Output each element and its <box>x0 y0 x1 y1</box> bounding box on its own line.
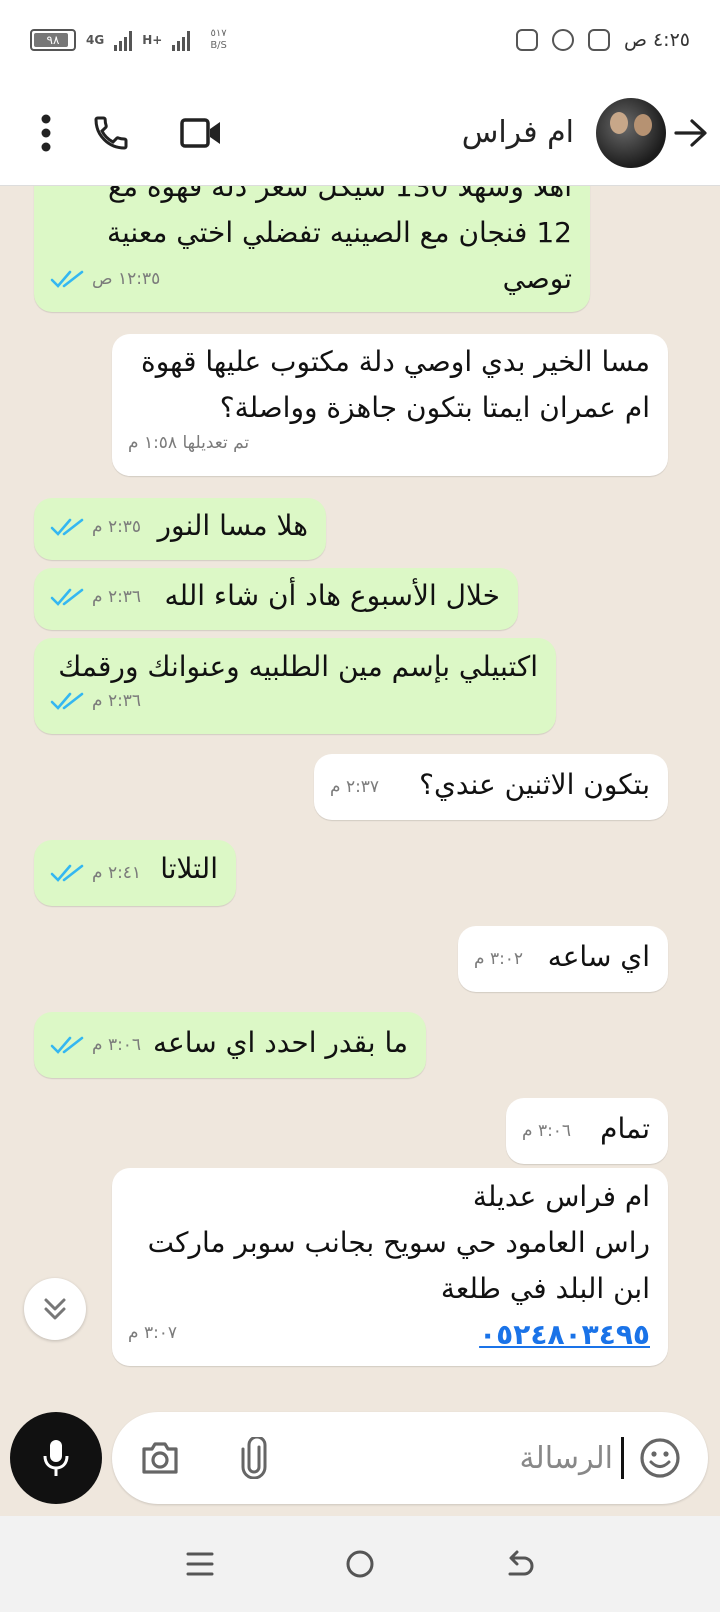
message-time: ٣:٠٦ م <box>92 1035 142 1055</box>
back-arrow-icon <box>508 1550 534 1576</box>
message-bubble[interactable]: ما بقدر احدد اي ساعه ٣:٠٦ م <box>34 1012 426 1078</box>
network-speed-value: ٥١٧ <box>210 28 227 39</box>
message-time: ٢:٣٦ م <box>92 587 142 607</box>
scroll-to-bottom-button[interactable] <box>24 1278 86 1340</box>
network-type-1: 4G <box>86 33 105 47</box>
battery-icon: ٩٨ <box>30 29 76 51</box>
home-circle-icon <box>346 1550 374 1578</box>
message-text: ام فراس عديلة راس العامود حي سويح بجانب … <box>147 1180 650 1305</box>
chat-messages[interactable]: اهلا وسهلا 130 شيكل سعر دله قهوة مع 12 ف… <box>0 186 720 1476</box>
message-meta: ٣:٠٧ م <box>128 1310 177 1356</box>
android-icon <box>551 29 574 51</box>
message-meta: ٣:٠٦ م <box>522 1108 571 1154</box>
camera-icon <box>142 1442 178 1474</box>
attach-button[interactable] <box>224 1428 284 1488</box>
back-nav-button[interactable] <box>490 1534 550 1594</box>
message-bubble[interactable]: ام فراس عديلة راس العامود حي سويح بجانب … <box>112 1168 668 1366</box>
menu-icon <box>186 1552 214 1576</box>
double-chevron-down-icon <box>44 1298 66 1320</box>
double-check-icon <box>50 270 84 288</box>
message-text: مسا الخير بدي اوصي دلة مكتوب عليها قهوة … <box>141 345 650 424</box>
double-check-icon <box>50 864 84 882</box>
video-call-button[interactable] <box>156 103 246 163</box>
message-time: ٣:٠٢ م <box>474 949 524 969</box>
recent-apps-button[interactable] <box>170 1534 230 1594</box>
mic-button[interactable] <box>10 1412 102 1504</box>
mic-icon <box>43 1440 69 1476</box>
message-meta: ٢:٣٥ م <box>50 504 141 550</box>
youtube-icon <box>515 29 538 51</box>
camera-button[interactable] <box>130 1428 190 1488</box>
message-bubble[interactable]: مسا الخير بدي اوصي دلة مكتوب عليها قهوة … <box>112 334 668 476</box>
message-text: بتكون الاثنين عندي؟ <box>419 768 650 801</box>
double-check-icon <box>50 692 84 710</box>
message-time: تم تعديلها ١:٥٨ م <box>128 433 250 453</box>
message-time: ٣:٠٦ م <box>522 1121 572 1141</box>
message-time: ٢:٣٦ م <box>92 691 142 711</box>
network-type-2: H+ <box>142 33 163 47</box>
status-time: ٤:٢٥ ص <box>623 29 690 51</box>
signal-icon-2 <box>172 29 191 51</box>
message-time: ١٢:٣٥ ص <box>92 269 161 289</box>
emoji-button[interactable] <box>630 1428 690 1488</box>
emoji-icon <box>640 1438 680 1478</box>
system-nav-bar <box>0 1516 720 1612</box>
home-button[interactable] <box>330 1534 390 1594</box>
message-meta: ٢:٣٦ م <box>50 678 141 724</box>
back-button[interactable] <box>666 103 716 163</box>
contact-avatar[interactable] <box>596 97 666 168</box>
phone-icon <box>94 116 128 150</box>
network-speed-unit: B/S <box>210 40 227 51</box>
message-meta: ٣:٠٦ م <box>50 1022 141 1068</box>
contact-name[interactable]: ام فراس <box>462 115 574 150</box>
double-check-icon <box>50 1036 84 1054</box>
message-input-placeholder: الرسالة <box>519 1440 613 1476</box>
message-bubble[interactable]: هلا مسا النور ٢:٣٥ م <box>34 498 326 560</box>
battery-level: ٩٨ <box>46 33 60 47</box>
network-speed: ٥١٧ B/S <box>210 28 227 52</box>
double-check-icon <box>50 518 84 536</box>
status-bar: ٩٨ 4G H+ ٥١٧ B/S ٤:٢٥ ص <box>0 0 720 80</box>
message-meta: ٢:٣٧ م <box>330 764 379 810</box>
message-bubble[interactable]: اكتبيلي بإسم مين الطلبيه وعنوانك ورقمك ٢… <box>34 638 556 734</box>
phone-number-link[interactable]: ٠٥٢٤٨٠٣٤٩٥ <box>130 1312 650 1358</box>
status-left: ٩٨ 4G H+ ٥١٧ B/S <box>30 28 227 52</box>
message-bubble[interactable]: خلال الأسبوع هاد أن شاء الله ٢:٣٦ م <box>34 568 518 630</box>
message-time: ٢:٣٧ م <box>330 777 380 797</box>
message-bubble[interactable]: اهلا وسهلا 130 شيكل سعر دله قهوة مع 12 ف… <box>34 186 590 312</box>
status-right: ٤:٢٥ ص <box>515 29 690 51</box>
header-actions <box>0 103 246 163</box>
voice-call-button[interactable] <box>66 103 156 163</box>
arrow-back-icon <box>674 118 707 147</box>
signal-icon <box>114 29 133 51</box>
video-call-icon <box>180 117 220 148</box>
message-bubble[interactable]: التلاتا ٢:٤١ م <box>34 840 236 906</box>
paperclip-icon <box>241 1437 267 1479</box>
message-bubble[interactable]: تمام ٣:٠٦ م <box>506 1098 668 1164</box>
message-meta: ٣:٠٢ م <box>474 936 523 982</box>
message-meta: ٢:٣٦ م <box>50 574 141 620</box>
message-meta: ١٢:٣٥ ص <box>50 256 160 302</box>
double-check-icon <box>50 588 84 606</box>
chat-header: ام فراس <box>0 80 720 186</box>
more-options-button[interactable] <box>26 103 66 163</box>
message-time: ٢:٣٥ م <box>92 517 142 537</box>
message-bubble[interactable]: بتكون الاثنين عندي؟ ٢:٣٧ م <box>314 754 668 820</box>
text-caret <box>621 1437 624 1479</box>
instagram-icon <box>587 29 610 51</box>
more-vert-icon <box>41 114 51 151</box>
message-meta: ٢:٤١ م <box>50 850 141 896</box>
message-time: ٢:٤١ م <box>92 863 142 883</box>
message-bubble[interactable]: اي ساعه ٣:٠٢ م <box>458 926 668 992</box>
message-input[interactable]: الرسالة <box>519 1437 624 1479</box>
message-time: ٣:٠٧ م <box>128 1323 178 1343</box>
message-meta: تم تعديلها ١:٥٨ م <box>128 420 249 466</box>
message-composer: الرسالة <box>112 1412 708 1504</box>
